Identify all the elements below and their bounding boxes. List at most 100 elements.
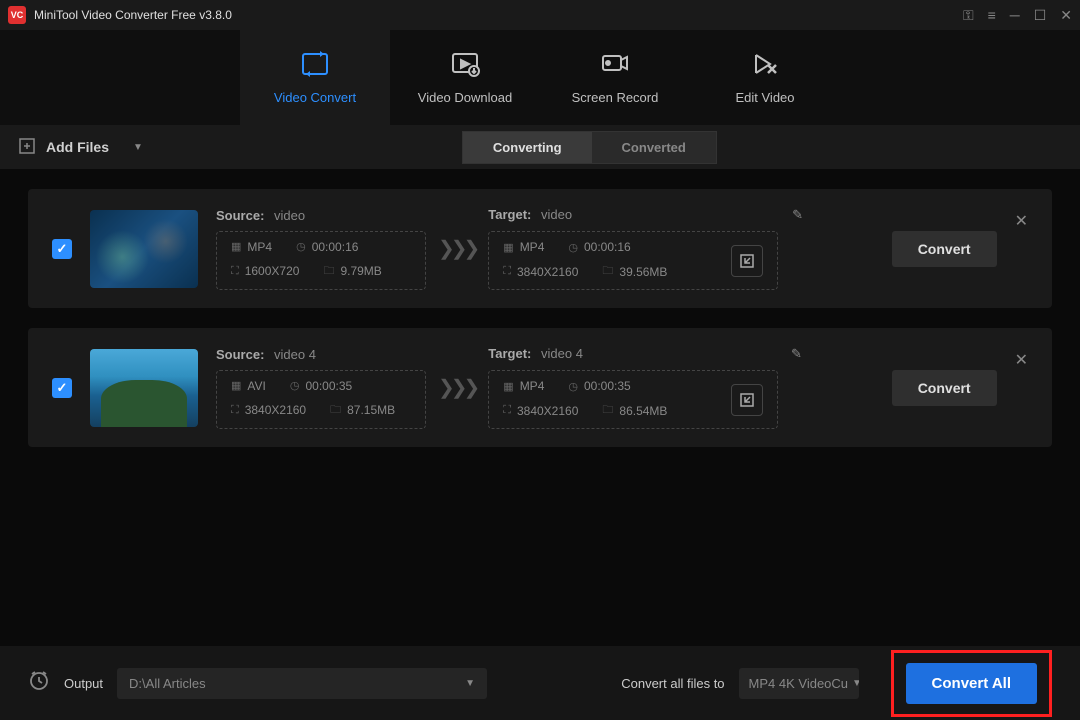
converted-tab[interactable]: Converted [592,132,716,163]
target-info: ▦MP4 ◷00:00:35 ⛶3840X2160 🗀86.54MB [488,370,778,429]
target-name: video 4 [541,346,583,361]
file-list: ✓ Source: video ▦ MP4 ◷ 00:00:16 ⛶ 1600X720… [0,169,1080,646]
output-format-select[interactable]: MP4 4K VideoCu ▼ [739,668,859,699]
tab-video-convert[interactable]: Video Convert [240,30,390,125]
source-label: Source: [216,208,264,223]
src-size: 9.79MB [340,264,381,278]
menu-icon[interactable]: ≡ [988,7,996,23]
app-logo: VC [8,6,26,24]
resolution-icon: ⛶ [231,265,239,278]
tgt-duration: 00:00:16 [584,240,631,254]
settings-button[interactable] [731,384,763,416]
arrow-icon: ❯❯❯ [438,375,476,400]
convert-all-button[interactable]: Convert All [906,663,1037,704]
source-label: Source: [216,347,264,362]
edit-video-icon [750,51,780,80]
format-icon: ▦ [503,380,513,393]
record-icon [600,51,630,80]
clock-icon: ◷ [568,241,578,254]
chevron-down-icon: ▼ [133,142,143,153]
chevron-down-icon: ▼ [465,678,475,689]
file-card: ✓ Source: video 4 ▦ AVI ◷ 00:00:35 ⛶ 3840X2… [28,328,1052,447]
target-label: Target: [488,346,531,361]
edit-icon[interactable]: ✎ [792,207,803,223]
tgt-size: 86.54MB [619,404,667,418]
format-icon: ▦ [503,241,513,254]
size-icon: 🗀 [602,401,613,420]
key-icon[interactable]: ⚿ [963,7,974,24]
src-format: MP4 [247,240,272,254]
highlight-annotation: Convert All [891,650,1052,717]
format-icon: ▦ [231,240,241,253]
output-path-select[interactable]: D:\All Articles ▼ [117,668,487,699]
main-nav: Video Convert Video Download Screen Reco… [0,30,1080,125]
resolution-icon: ⛶ [503,265,511,278]
size-icon: 🗀 [602,262,613,281]
tgt-format: MP4 [520,379,545,393]
tgt-size: 39.56MB [619,265,667,279]
add-files-label: Add Files [46,139,109,155]
src-duration: 00:00:35 [305,379,352,393]
app-title: MiniTool Video Converter Free v3.8.0 [34,8,963,22]
source-name: video 4 [274,347,316,362]
src-resolution: 3840X2160 [245,403,306,417]
target-label: Target: [488,207,531,222]
convert-all-label: Convert all files to [621,676,724,691]
convert-button[interactable]: Convert [892,370,997,406]
src-format: AVI [247,379,265,393]
remove-file-button[interactable]: ✕ [1015,350,1028,370]
format-value: MP4 4K VideoCu [749,676,849,691]
src-resolution: 1600X720 [245,264,300,278]
convert-button[interactable]: Convert [892,231,997,267]
size-icon: 🗀 [323,262,334,281]
file-card: ✓ Source: video ▦ MP4 ◷ 00:00:16 ⛶ 1600X720… [28,189,1052,308]
clock-icon: ◷ [568,380,578,393]
source-name: video [274,208,305,223]
target-info: ▦ MP4 ◷ 00:00:16 ⛶ 3840X2160 🗀 39.56MB [488,231,778,290]
download-icon [450,51,480,80]
video-thumbnail[interactable] [90,349,198,427]
format-icon: ▦ [231,379,241,392]
close-icon[interactable]: ✕ [1060,7,1072,24]
settings-button[interactable] [731,245,763,277]
status-segment: Converting Converted [462,131,717,164]
tab-label: Screen Record [572,90,659,105]
video-thumbnail[interactable] [90,210,198,288]
file-checkbox[interactable]: ✓ [52,378,72,398]
chevron-down-icon: ▼ [852,678,859,689]
tgt-duration: 00:00:35 [584,379,631,393]
target-name: video [541,207,572,222]
remove-file-button[interactable]: ✕ [1015,211,1028,231]
tab-edit-video[interactable]: Edit Video [690,30,840,125]
converting-tab[interactable]: Converting [463,132,592,163]
tab-label: Video Convert [274,90,356,105]
source-info: ▦ MP4 ◷ 00:00:16 ⛶ 1600X720 🗀 9.79MB [216,231,426,290]
tab-video-download[interactable]: Video Download [390,30,540,125]
minimize-icon[interactable]: ─ [1010,7,1020,23]
maximize-icon[interactable]: ☐ [1034,7,1047,24]
arrow-icon: ❯❯❯ [438,236,476,261]
source-info: ▦ AVI ◷ 00:00:35 ⛶ 3840X2160 🗀 87.15MB [216,370,426,429]
clock-icon: ◷ [296,240,306,253]
edit-icon[interactable]: ✎ [791,346,802,362]
resolution-icon: ⛶ [231,404,239,417]
clock-icon: ◷ [290,379,300,392]
tab-screen-record[interactable]: Screen Record [540,30,690,125]
size-icon: 🗀 [330,401,341,420]
src-duration: 00:00:16 [312,240,359,254]
output-label: Output [64,676,103,691]
titlebar: VC MiniTool Video Converter Free v3.8.0 … [0,0,1080,30]
tab-label: Video Download [418,90,512,105]
tab-label: Edit Video [735,90,794,105]
output-path-value: D:\All Articles [129,676,206,691]
tgt-format: MP4 [520,240,545,254]
toolbar: Add Files ▼ Converting Converted [0,125,1080,169]
resolution-icon: ⛶ [503,404,511,417]
convert-icon [300,51,330,80]
footer: Output D:\All Articles ▼ Convert all fil… [0,646,1080,720]
schedule-icon[interactable] [28,669,50,697]
add-files-button[interactable]: Add Files ▼ [4,129,157,166]
tgt-resolution: 3840X2160 [517,265,578,279]
src-size: 87.15MB [347,403,395,417]
file-checkbox[interactable]: ✓ [52,239,72,259]
